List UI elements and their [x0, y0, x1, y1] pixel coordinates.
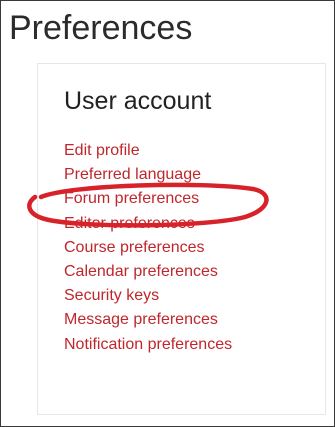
list-item: Security keys — [64, 284, 232, 308]
list-item: Notification preferences — [64, 333, 232, 357]
user-account-heading: User account — [64, 87, 212, 115]
list-item: Message preferences — [64, 308, 232, 332]
list-item: Preferred language — [64, 163, 232, 187]
calendar-preferences-link[interactable]: Calendar preferences — [64, 263, 218, 280]
list-item: Calendar preferences — [64, 260, 232, 284]
list-item: Course preferences — [64, 236, 232, 260]
page-title: Preferences — [9, 9, 193, 47]
notification-preferences-link[interactable]: Notification preferences — [64, 336, 232, 353]
list-item: Forum preferences — [64, 187, 232, 211]
user-account-card: User account Edit profile Preferred lang… — [37, 63, 326, 415]
security-keys-link[interactable]: Security keys — [64, 287, 159, 304]
course-preferences-link[interactable]: Course preferences — [64, 239, 205, 256]
list-item: Editor preferences — [64, 212, 232, 236]
user-account-links: Edit profile Preferred language Forum pr… — [64, 139, 232, 357]
forum-preferences-link[interactable]: Forum preferences — [64, 190, 199, 207]
editor-preferences-link[interactable]: Editor preferences — [64, 215, 195, 232]
page-frame: Preferences User account Edit profile Pr… — [0, 0, 335, 427]
preferred-language-link[interactable]: Preferred language — [64, 166, 201, 183]
list-item: Edit profile — [64, 139, 232, 163]
message-preferences-link[interactable]: Message preferences — [64, 311, 218, 328]
edit-profile-link[interactable]: Edit profile — [64, 142, 140, 159]
